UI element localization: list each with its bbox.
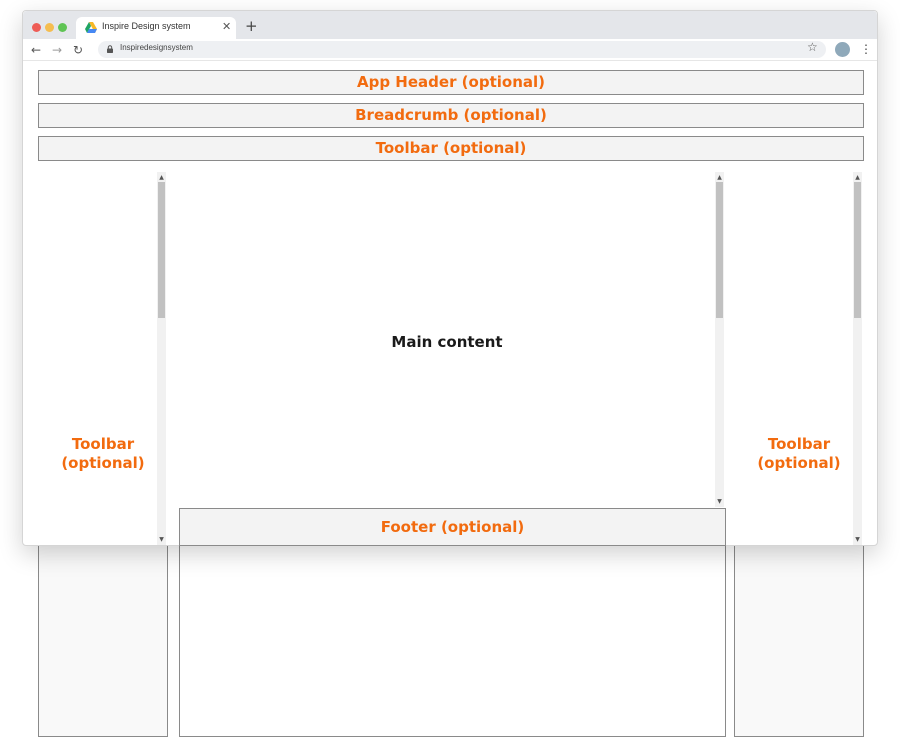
top-toolbar-region: Toolbar (optional) bbox=[38, 136, 864, 161]
left-toolbar-label: Toolbar (optional) bbox=[61, 435, 145, 472]
close-window-button[interactable] bbox=[32, 23, 41, 32]
left-scrollbar[interactable]: ▲ ▼ bbox=[157, 172, 166, 545]
scroll-down-arrow-icon[interactable]: ▼ bbox=[157, 536, 166, 544]
footer-label: Footer (optional) bbox=[380, 517, 525, 536]
url-field[interactable]: Inspiredesignsystem bbox=[98, 41, 826, 58]
left-toolbar-panel: Toolbar (optional) ▲ ▼ bbox=[38, 171, 168, 546]
profile-avatar[interactable] bbox=[835, 42, 850, 57]
main-scrollbar[interactable]: ▲ ▼ bbox=[715, 172, 724, 507]
tab-strip: Inspire Design system ✕ + bbox=[23, 11, 877, 39]
reload-icon[interactable]: ↻ bbox=[73, 42, 83, 58]
browser-tab[interactable]: Inspire Design system ✕ bbox=[76, 17, 236, 39]
new-tab-button[interactable]: + bbox=[245, 18, 258, 34]
app-header-label: App Header (optional) bbox=[357, 73, 545, 91]
google-drive-icon bbox=[85, 22, 97, 33]
right-scrollbar[interactable]: ▲ ▼ bbox=[853, 172, 862, 545]
bookmark-star-icon[interactable]: ☆ bbox=[807, 40, 818, 54]
tab-close-icon[interactable]: ✕ bbox=[222, 20, 231, 34]
maximize-window-button[interactable] bbox=[58, 23, 67, 32]
scroll-up-arrow-icon[interactable]: ▲ bbox=[157, 174, 166, 182]
right-toolbar-label: Toolbar (optional) bbox=[757, 435, 841, 472]
scroll-up-arrow-icon[interactable]: ▲ bbox=[853, 174, 862, 182]
minimize-window-button[interactable] bbox=[45, 23, 54, 32]
breadcrumb-region: Breadcrumb (optional) bbox=[38, 103, 864, 128]
address-bar: ← → ↻ Inspiredesignsystem ☆ ⋮ bbox=[23, 39, 877, 61]
scroll-up-arrow-icon[interactable]: ▲ bbox=[715, 174, 724, 182]
lock-icon bbox=[107, 45, 113, 53]
footer-region: Footer (optional) bbox=[179, 508, 726, 546]
breadcrumb-label: Breadcrumb (optional) bbox=[355, 106, 547, 124]
browser-menu-icon[interactable]: ⋮ bbox=[860, 42, 872, 56]
back-arrow-icon[interactable]: ← bbox=[31, 42, 41, 58]
scroll-down-arrow-icon[interactable]: ▼ bbox=[715, 498, 724, 506]
tab-title: Inspire Design system bbox=[102, 21, 191, 31]
app-header-region: App Header (optional) bbox=[38, 70, 864, 95]
forward-arrow-icon[interactable]: → bbox=[52, 42, 62, 58]
url-text: Inspiredesignsystem bbox=[120, 43, 193, 52]
main-content-label: Main content bbox=[391, 333, 503, 351]
right-toolbar-panel: Toolbar (optional) ▲ ▼ bbox=[734, 171, 864, 546]
main-content-panel: Main content ▲ ▼ bbox=[179, 171, 726, 508]
top-toolbar-label: Toolbar (optional) bbox=[375, 139, 527, 157]
left-scroll-thumb[interactable] bbox=[158, 182, 165, 318]
scroll-down-arrow-icon[interactable]: ▼ bbox=[853, 536, 862, 544]
main-scroll-thumb[interactable] bbox=[716, 182, 723, 318]
right-scroll-thumb[interactable] bbox=[854, 182, 861, 318]
